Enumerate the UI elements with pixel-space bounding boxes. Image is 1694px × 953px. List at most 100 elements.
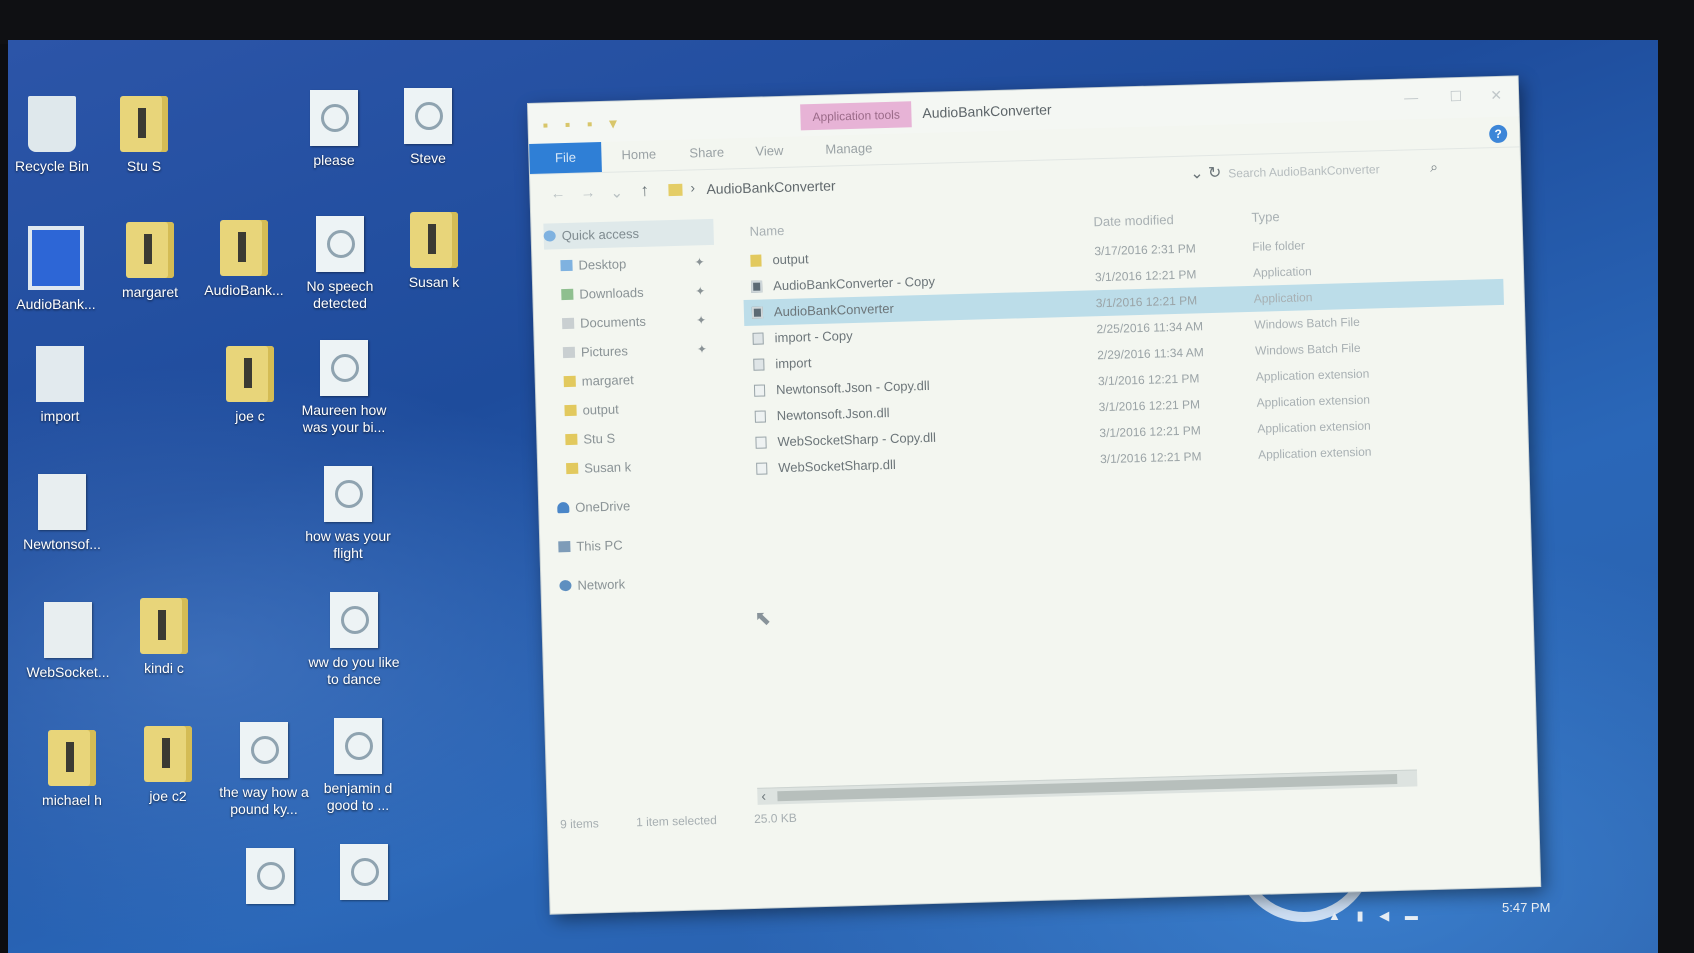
desktop-icon-doc[interactable]: Newtonsof... bbox=[12, 474, 112, 553]
desktop-icon-label: Newtonsof... bbox=[23, 536, 101, 552]
quick-access-toolbar[interactable]: ▪ ▪ ▪ ▾ bbox=[542, 113, 623, 135]
taskbar-clock[interactable]: 5:47 PM bbox=[1502, 900, 1550, 916]
desktop-icon-audio[interactable]: the way how a pound ky... bbox=[214, 722, 314, 818]
folder-icon bbox=[566, 462, 579, 475]
tab-share[interactable]: Share bbox=[689, 145, 724, 161]
desktop-icon-label: kindi c bbox=[144, 660, 184, 676]
nav-desktop[interactable]: Desktop bbox=[560, 251, 626, 279]
document-icon bbox=[44, 602, 92, 658]
dll-file-icon bbox=[754, 410, 766, 423]
folder-icon bbox=[220, 220, 268, 276]
audio-file-icon bbox=[324, 466, 372, 522]
folder-icon bbox=[48, 730, 96, 786]
recent-chevron-icon[interactable]: ⌄ bbox=[610, 183, 623, 201]
download-icon bbox=[561, 288, 574, 301]
nav-this-pc[interactable]: This PC bbox=[558, 533, 623, 561]
batch-file-icon bbox=[753, 358, 765, 371]
nav-pictures[interactable]: Pictures bbox=[562, 338, 629, 366]
desktop-icon-folder[interactable]: michael h bbox=[22, 730, 122, 809]
tab-home[interactable]: Home bbox=[621, 146, 656, 162]
close-icon[interactable]: ✕ bbox=[1490, 87, 1502, 104]
desktop-icon-audio[interactable]: how was your flight bbox=[298, 466, 398, 562]
desktop-icon-recycle-bin[interactable]: Recycle Bin bbox=[8, 96, 102, 175]
network-icon bbox=[559, 579, 572, 592]
status-item-count: 9 items bbox=[559, 816, 599, 832]
recycle-bin-icon bbox=[28, 96, 76, 152]
tray-icons[interactable]: ▲ ▮ ◀ ▬ bbox=[1328, 908, 1424, 924]
up-arrow-icon[interactable]: ↑ bbox=[640, 181, 649, 201]
application-icon bbox=[751, 306, 764, 319]
folder-icon bbox=[564, 404, 577, 417]
maximize-icon[interactable]: ☐ bbox=[1449, 88, 1462, 105]
forward-arrow-icon[interactable]: → bbox=[580, 184, 595, 201]
column-header-date[interactable]: Date modified bbox=[1093, 212, 1174, 229]
dll-file-icon bbox=[755, 436, 767, 449]
search-input[interactable]: Search AudioBankConverter bbox=[1220, 154, 1459, 187]
pin-icon[interactable]: ✦ bbox=[697, 342, 707, 356]
pin-icon[interactable]: ✦ bbox=[694, 255, 704, 269]
nav-onedrive[interactable]: OneDrive bbox=[557, 493, 631, 521]
desktop-icon-label: AudioBank... bbox=[204, 282, 284, 298]
nav-folder-susan[interactable]: Susan k bbox=[566, 454, 632, 482]
horizontal-scrollbar[interactable]: ‹ bbox=[757, 769, 1418, 805]
nav-folder-margaret[interactable]: margaret bbox=[563, 367, 634, 395]
batch-file-icon bbox=[752, 332, 764, 345]
folder-icon bbox=[565, 433, 578, 446]
nav-downloads[interactable]: Downloads bbox=[561, 280, 644, 308]
file-explorer-window[interactable]: ▪ ▪ ▪ ▾ Application tools AudioBankConve… bbox=[528, 76, 1541, 914]
desktop-icon-folder[interactable]: AudioBank... bbox=[194, 220, 294, 299]
desktop-icon-audio[interactable]: No speech detected bbox=[290, 216, 390, 312]
application-icon bbox=[28, 226, 84, 290]
column-header-type[interactable]: Type bbox=[1251, 209, 1280, 225]
desktop-icon-audio-partial[interactable] bbox=[314, 844, 414, 906]
column-header-name[interactable]: Name bbox=[749, 223, 784, 239]
desktop-icon-label: benjamin d good to ... bbox=[323, 780, 393, 813]
desktop-icon-audio[interactable]: Maureen how was your bi... bbox=[294, 340, 394, 436]
tab-view[interactable]: View bbox=[755, 143, 783, 159]
nav-quick-access[interactable]: Quick access bbox=[543, 218, 715, 250]
desktop-icon-folder[interactable]: margaret bbox=[100, 222, 200, 301]
search-icon[interactable]: ⌕ bbox=[1430, 159, 1438, 176]
desktop-icon-folder[interactable]: joe c2 bbox=[118, 726, 218, 805]
pin-icon[interactable]: ✦ bbox=[695, 284, 705, 298]
navigation-pane: Quick access Desktop ✦ Downloads ✦ Docum… bbox=[543, 218, 741, 854]
status-size: 25.0 KB bbox=[753, 810, 798, 826]
desktop-icon-app[interactable]: AudioBank... bbox=[8, 226, 106, 313]
desktop-icon-audio[interactable]: benjamin d good to ... bbox=[308, 718, 408, 814]
monitor-bezel-right bbox=[1658, 0, 1694, 953]
audio-file-icon bbox=[310, 90, 358, 146]
desktop-icon-generic[interactable]: import bbox=[10, 346, 110, 425]
nav-network[interactable]: Network bbox=[559, 571, 625, 599]
breadcrumb-chevron-icon[interactable]: › bbox=[690, 179, 695, 195]
breadcrumb[interactable]: AudioBankConverter bbox=[706, 177, 836, 197]
desktop-icon-audio[interactable]: ww do you like to dance bbox=[304, 592, 404, 688]
tab-manage[interactable]: Manage bbox=[825, 140, 872, 156]
scrollbar-thumb[interactable] bbox=[777, 773, 1398, 802]
nav-documents[interactable]: Documents bbox=[561, 309, 646, 337]
desktop-icon-audio-partial[interactable] bbox=[220, 848, 320, 910]
desktop-icon-label: Steve bbox=[410, 150, 446, 166]
system-tray: ▲ ▮ ◀ ▬ 5:47 PM bbox=[1308, 890, 1658, 930]
desktop-icon-folder[interactable]: kindi c bbox=[114, 598, 214, 677]
minimize-icon[interactable]: — bbox=[1404, 89, 1418, 105]
desktop-icon-audio[interactable]: Steve bbox=[378, 88, 478, 167]
desktop-icon-folder[interactable]: Stu S bbox=[94, 96, 194, 175]
dll-file-icon bbox=[753, 384, 766, 397]
nav-folder-stu[interactable]: Stu S bbox=[565, 426, 616, 453]
desktop-icon-folder[interactable]: joe c bbox=[200, 346, 300, 425]
monitor-bezel-top bbox=[0, 0, 1694, 44]
desktop-icon-doc[interactable]: WebSocket... bbox=[18, 602, 118, 681]
scroll-left-icon[interactable]: ‹ bbox=[761, 788, 766, 804]
refresh-icon[interactable]: ⌄ ↻ bbox=[1190, 163, 1222, 184]
desktop-icon-folder[interactable]: Susan k bbox=[384, 212, 484, 291]
desktop-icon-label: how was your flight bbox=[305, 528, 391, 561]
pin-icon[interactable]: ✦ bbox=[696, 313, 706, 327]
nav-folder-output[interactable]: output bbox=[564, 397, 619, 425]
tab-file[interactable]: File bbox=[529, 141, 602, 174]
context-tab-application-tools[interactable]: Application tools bbox=[800, 101, 913, 131]
back-arrow-icon[interactable]: ← bbox=[550, 185, 565, 202]
desktop-icon-label: Susan k bbox=[408, 274, 460, 290]
document-icon bbox=[38, 474, 86, 530]
desktop-icon-audio[interactable]: please bbox=[284, 90, 384, 169]
desktop-icon-label: Recycle Bin bbox=[15, 158, 89, 174]
